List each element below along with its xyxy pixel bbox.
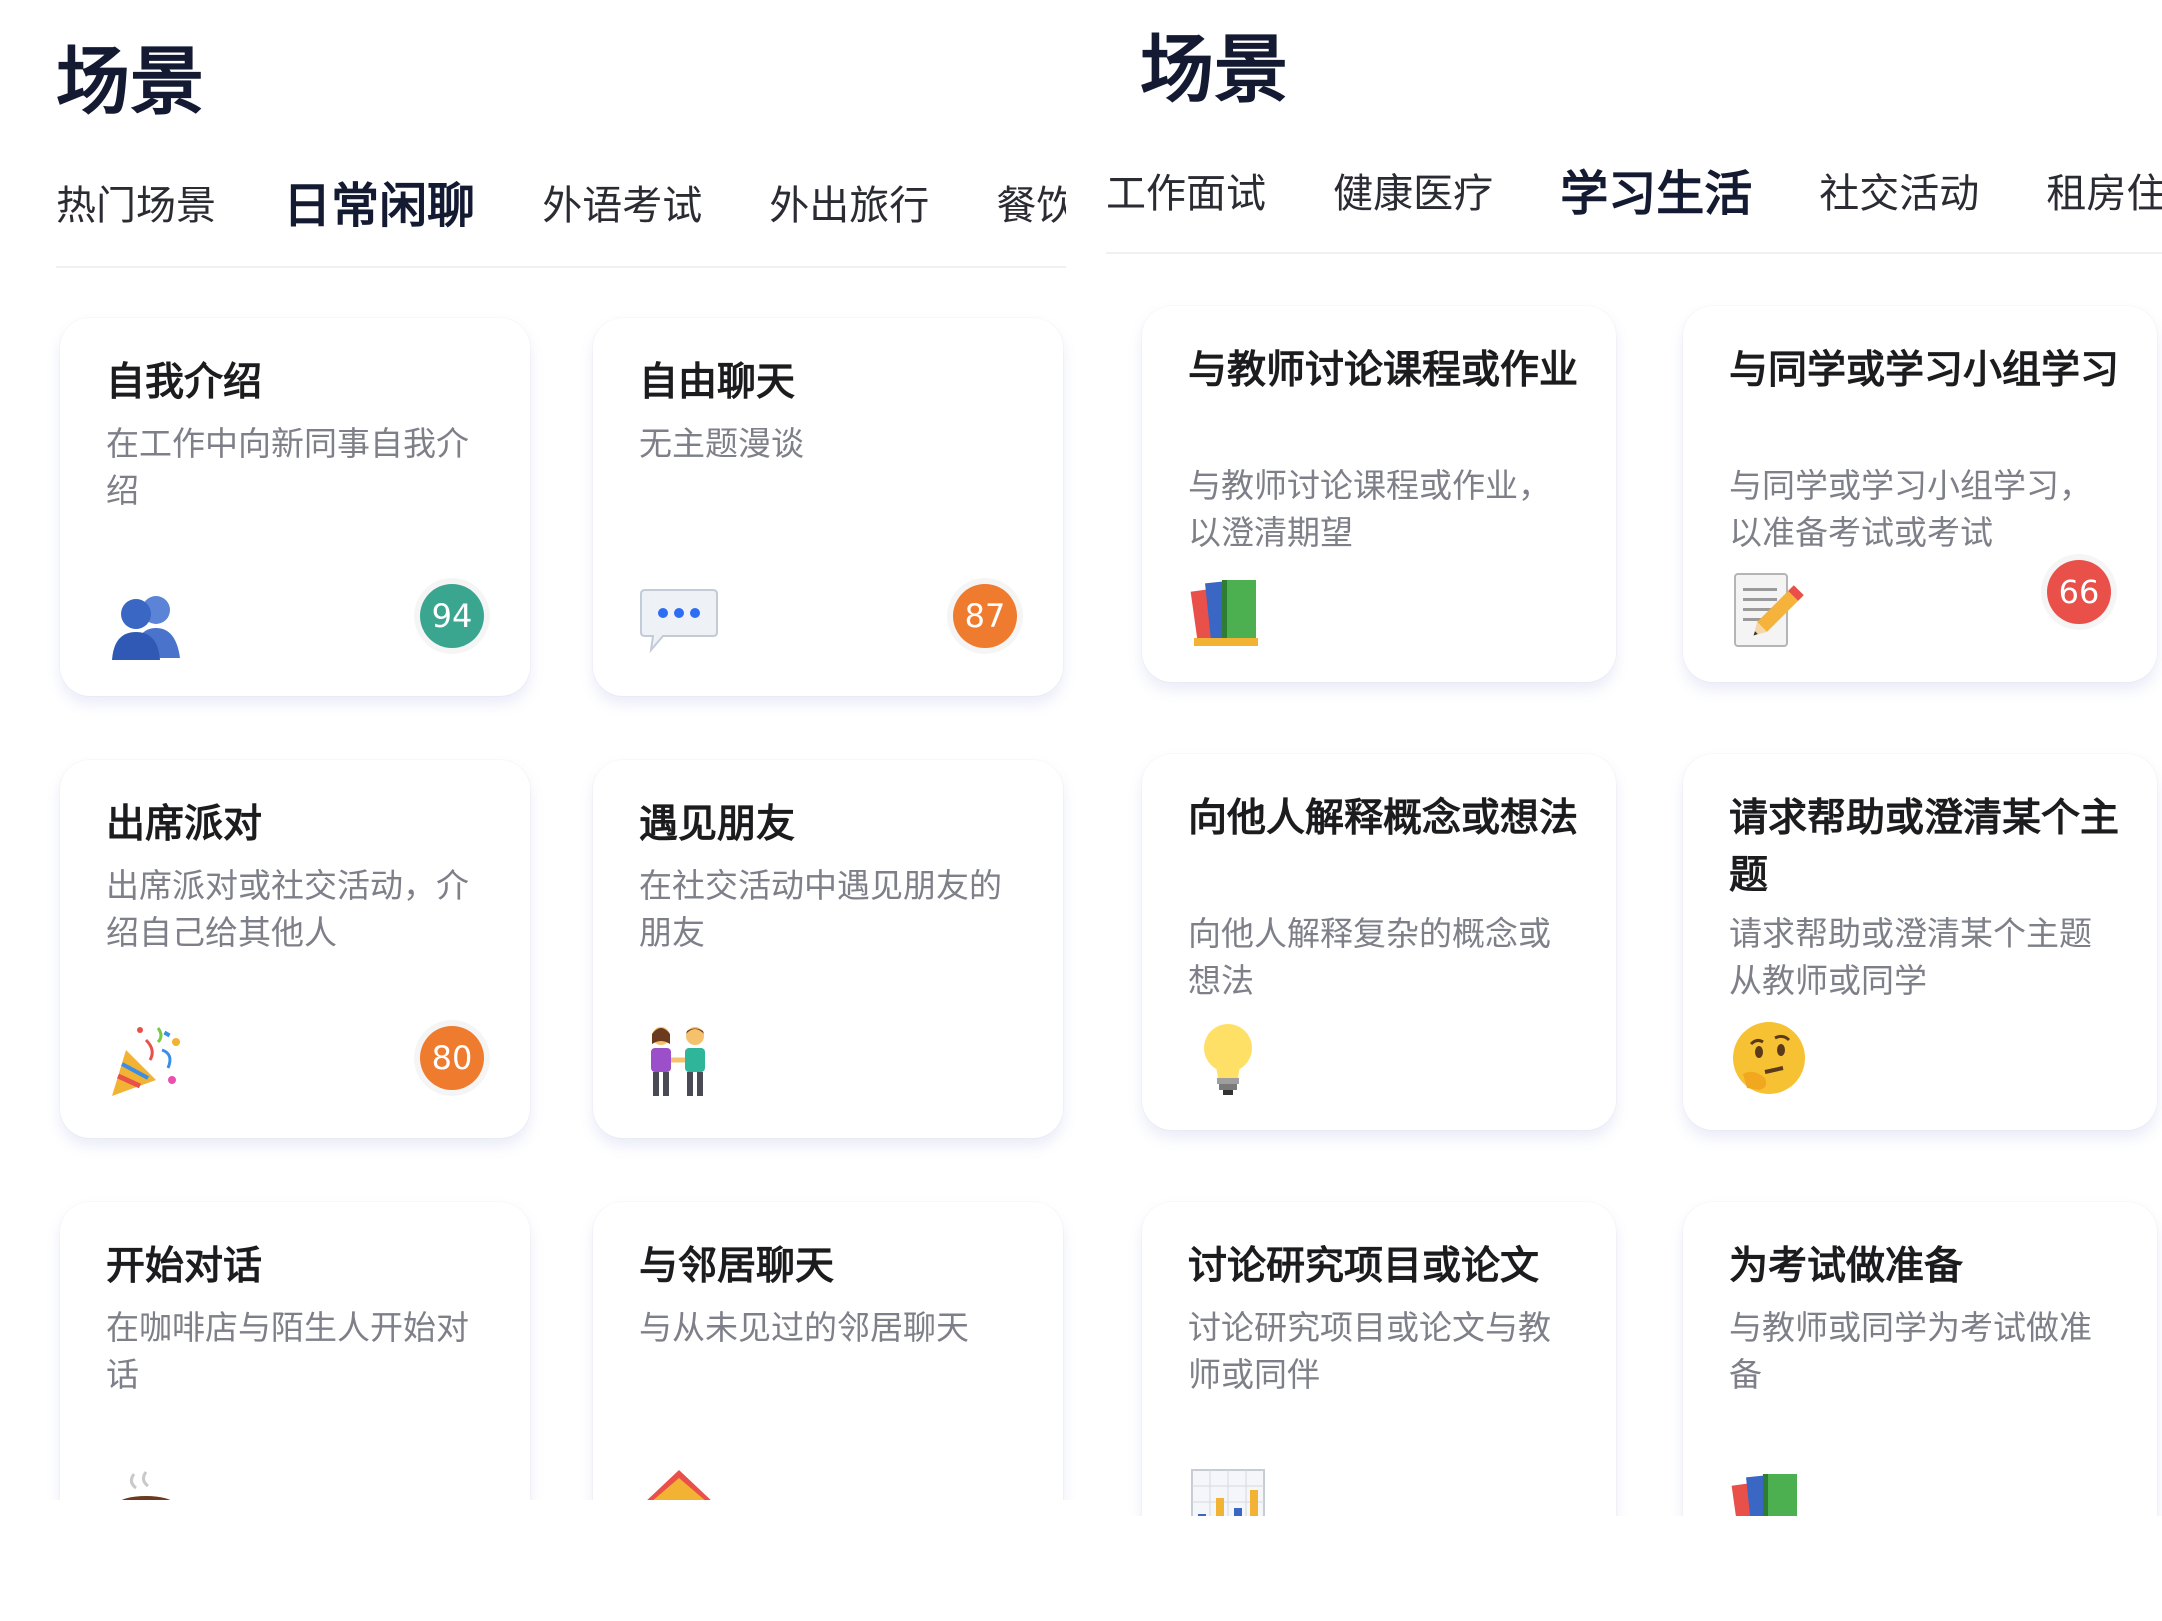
books-icon — [1188, 570, 1268, 650]
scene-card-party[interactable]: 出席派对 出席派对或社交活动，介绍自己给其他人 80 — [60, 760, 530, 1138]
card-title: 与邻居聊天 — [639, 1244, 835, 1289]
category-tabs: 工作面试 健康医疗 学习生活 社交活动 租房住宿 — [1106, 166, 2162, 254]
page-title: 场景 — [56, 39, 204, 125]
card-description: 在咖啡店与陌生人开始对话 — [106, 1308, 469, 1394]
speech-bubble-icon — [639, 580, 719, 660]
scene-card-meet-friends[interactable]: 遇见朋友 在社交活动中遇见朋友的朋友 — [593, 760, 1063, 1138]
card-title: 讨论研究项目或论文 — [1188, 1244, 1540, 1289]
card-title: 为考试做准备 — [1729, 1244, 1964, 1289]
tab-job-interview[interactable]: 工作面试 — [1106, 166, 1266, 222]
scene-card-start-conversation[interactable]: 开始对话 在咖啡店与陌生人开始对话 — [60, 1202, 530, 1500]
card-title: 自我介绍 — [106, 360, 263, 405]
two-people-icon — [106, 584, 186, 664]
page-title: 场景 — [1140, 27, 1288, 113]
coffee-icon — [106, 1464, 186, 1500]
scene-card-exam-prep[interactable]: 为考试做准备 与教师或同学为考试做准备 — [1683, 1202, 2157, 1516]
tab-study-life[interactable]: 学习生活 — [1560, 166, 1752, 222]
tab-language-exams[interactable]: 外语考试 — [542, 178, 702, 234]
tab-health-medical[interactable]: 健康医疗 — [1333, 166, 1493, 222]
tab-hot-scenes[interactable]: 热门场景 — [56, 178, 216, 234]
score-badge: 87 — [953, 584, 1017, 648]
friends-holding-hands-icon — [639, 1022, 719, 1102]
memo-pencil-icon — [1729, 570, 1809, 650]
left-screen: 场景 热门场景 日常闲聊 外语考试 外出旅行 餐饮美 自我介绍 在工作中向新同事… — [0, 0, 1080, 1500]
tab-travel[interactable]: 外出旅行 — [769, 178, 929, 234]
scene-card-research-project[interactable]: 讨论研究项目或论文 讨论研究项目或论文与教师或同伴 — [1142, 1202, 1616, 1516]
card-title: 开始对话 — [106, 1244, 263, 1289]
party-popper-icon — [106, 1020, 186, 1100]
card-description: 讨论研究项目或论文与教师或同伴 — [1188, 1308, 1551, 1394]
card-description: 向他人解释复杂的概念或想法 — [1188, 914, 1551, 1000]
card-description: 与从未见过的邻居聊天 — [639, 1308, 969, 1347]
light-bulb-icon — [1188, 1018, 1268, 1098]
card-title: 出席派对 — [106, 802, 263, 847]
house-icon — [639, 1464, 719, 1500]
card-description: 无主题漫谈 — [639, 424, 804, 463]
scene-card-free-chat[interactable]: 自由聊天 无主题漫谈 87 — [593, 318, 1063, 696]
score-badge: 80 — [420, 1026, 484, 1090]
card-title: 向他人解释概念或想法 — [1188, 796, 1579, 841]
tab-daily-chat[interactable]: 日常闲聊 — [283, 178, 475, 234]
card-description: 与同学或学习小组学习，以准备考试或考试 — [1729, 466, 2092, 552]
card-description: 在社交活动中遇见朋友的朋友 — [639, 866, 1002, 952]
card-description: 在工作中向新同事自我介绍 — [106, 424, 469, 510]
scene-card-ask-help[interactable]: 请求帮助或澄清某个主题 请求帮助或澄清某个主题从教师或同学 — [1683, 754, 2157, 1130]
tab-food-dining[interactable]: 餐饮美 — [996, 178, 1066, 234]
scene-card-self-intro[interactable]: 自我介绍 在工作中向新同事自我介绍 94 — [60, 318, 530, 696]
card-description: 与教师或同学为考试做准备 — [1729, 1308, 2092, 1394]
thinking-face-icon — [1729, 1018, 1809, 1098]
card-description: 出席派对或社交活动，介绍自己给其他人 — [106, 866, 469, 952]
tab-renting-housing[interactable]: 租房住宿 — [2046, 166, 2162, 222]
card-description: 请求帮助或澄清某个主题从教师或同学 — [1729, 914, 2092, 1000]
tab-social-activities[interactable]: 社交活动 — [1819, 166, 1979, 222]
books-icon — [1729, 1464, 1809, 1516]
scene-card-discuss-course[interactable]: 与教师讨论课程或作业 与教师讨论课程或作业，以澄清期望 — [1142, 306, 1616, 682]
scene-card-chat-neighbor[interactable]: 与邻居聊天 与从未见过的邻居聊天 — [593, 1202, 1063, 1500]
category-tabs: 热门场景 日常闲聊 外语考试 外出旅行 餐饮美 — [56, 178, 1066, 268]
card-title: 与同学或学习小组学习 — [1729, 348, 2120, 393]
scene-card-study-group[interactable]: 与同学或学习小组学习 与同学或学习小组学习，以准备考试或考试 66 — [1683, 306, 2157, 682]
card-description: 与教师讨论课程或作业，以澄清期望 — [1188, 466, 1551, 552]
card-title: 请求帮助或澄清某个主题 — [1729, 796, 2120, 898]
score-badge: 66 — [2047, 560, 2111, 624]
score-badge: 94 — [420, 584, 484, 648]
scene-card-explain-concept[interactable]: 向他人解释概念或想法 向他人解释复杂的概念或想法 — [1142, 754, 1616, 1130]
card-title: 自由聊天 — [639, 360, 796, 405]
card-title: 与教师讨论课程或作业 — [1188, 348, 1579, 393]
card-title: 遇见朋友 — [639, 802, 796, 847]
bar-chart-icon — [1188, 1464, 1268, 1516]
right-screen: 场景 工作面试 健康医疗 学习生活 社交活动 租房住宿 与教师讨论课程或作业 与… — [1082, 0, 2162, 1516]
